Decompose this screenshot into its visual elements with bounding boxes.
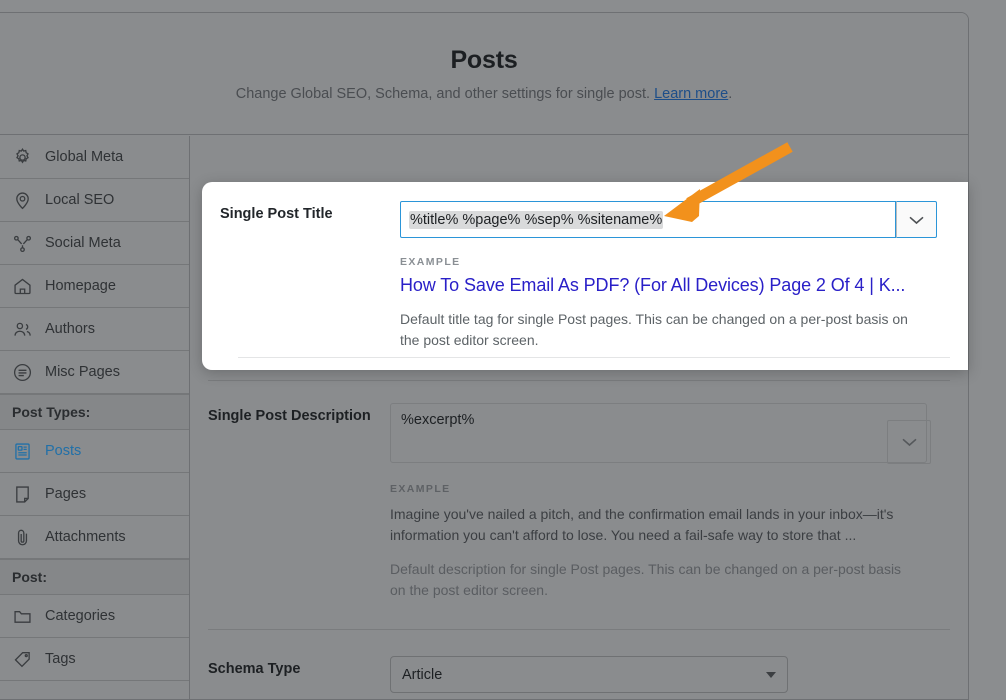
users-icon	[12, 319, 33, 340]
sidebar-item-attachments[interactable]: Attachments	[0, 516, 189, 559]
sidebar-item-authors[interactable]: Authors	[0, 308, 189, 351]
setting-help-text: Default description for single Post page…	[390, 561, 902, 598]
page-subtitle-period: .	[728, 85, 733, 102]
example-title-preview: How To Save Email As PDF? (For All Devic…	[400, 275, 906, 295]
chevron-down-icon	[901, 438, 917, 447]
sidebar-item-pages[interactable]: Pages	[0, 473, 189, 516]
sidebar-item-posts[interactable]: Posts	[0, 430, 189, 473]
schema-type-value: Article	[402, 666, 443, 683]
learn-more-link[interactable]: Learn more	[654, 86, 728, 102]
sidebar-item-label: Attachments	[45, 529, 126, 545]
single-post-description-value: %excerpt%	[401, 412, 475, 428]
single-post-title-variables-button-focused[interactable]	[896, 201, 937, 238]
document-text-icon	[12, 441, 33, 462]
single-post-description-textarea[interactable]: %excerpt%	[390, 403, 927, 463]
example-label: EXAMPLE	[400, 256, 461, 268]
single-post-description-variables-button[interactable]	[887, 420, 931, 464]
sidebar-item-label: Categories	[45, 608, 116, 624]
sidebar-item-social-meta[interactable]: Social Meta	[0, 222, 189, 265]
screen-root: Posts Change Global SEO, Schema, and oth…	[0, 0, 1006, 700]
sidebar-item-label: Misc Pages	[45, 364, 120, 380]
list-circle-icon	[12, 362, 33, 383]
sidebar-item-label: Homepage	[45, 278, 116, 294]
gear-icon	[12, 147, 33, 168]
single-post-title-input-focused[interactable]: %title% %page% %sep% %sitename%	[400, 201, 896, 238]
page-title: Posts	[450, 45, 518, 74]
chevron-down-icon	[766, 671, 776, 678]
chevron-down-icon	[909, 216, 924, 224]
setting-label: Single Post Title	[220, 206, 333, 222]
page-subtitle: Change Global SEO, Schema, and other set…	[236, 86, 733, 102]
single-post-title-value: %title% %page% %sep% %sitename%	[409, 210, 664, 229]
paperclip-icon	[12, 527, 33, 548]
share-nodes-icon	[12, 233, 33, 254]
sidebar-item-label: Pages	[45, 486, 87, 502]
setting-label: Single Post Description	[208, 408, 371, 424]
single-post-description-wrap: %excerpt%	[390, 403, 931, 464]
sidebar-item-tags[interactable]: Tags	[0, 638, 189, 681]
sidebar-item-categories[interactable]: Categories	[0, 595, 189, 638]
sidebar-item-label: Local SEO	[45, 192, 115, 208]
sidebar-item-global-meta[interactable]: Global Meta	[0, 136, 189, 179]
setting-help-text: Default title tag for single Post pages.…	[400, 311, 908, 348]
sidebar-item-misc-pages[interactable]: Misc Pages	[0, 351, 189, 394]
page-header: Posts Change Global SEO, Schema, and oth…	[0, 13, 968, 135]
sidebar-group-post-types: Post Types:	[0, 394, 189, 430]
page-icon	[12, 484, 33, 505]
setting-single-post-description: Single Post Description %excerpt% EXAMPL…	[190, 381, 968, 601]
page-subtitle-text: Change Global SEO, Schema, and other set…	[235, 85, 655, 102]
setting-schema-type: Schema Type Article Default rich snippet…	[190, 630, 968, 699]
setting-label: Schema Type	[208, 661, 301, 677]
home-icon	[12, 276, 33, 297]
sidebar-item-label: Global Meta	[45, 149, 124, 165]
map-pin-icon	[12, 190, 33, 211]
folder-icon	[12, 606, 33, 627]
schema-type-select[interactable]: Article	[390, 656, 788, 693]
divider	[238, 357, 950, 358]
sidebar-item-label: Authors	[45, 321, 95, 337]
sidebar-item-homepage[interactable]: Homepage	[0, 265, 189, 308]
sidebar-group-post: Post:	[0, 559, 189, 595]
sidebar: Global Meta Local SEO Social Meta Homepa…	[0, 136, 190, 699]
single-post-title-input-wrap-focused: %title% %page% %sep% %sitename%	[400, 201, 937, 238]
sidebar-item-local-seo[interactable]: Local SEO	[0, 179, 189, 222]
example-description-preview: Imagine you've nailed a pitch, and the c…	[390, 506, 894, 543]
sidebar-item-label: Social Meta	[45, 235, 121, 251]
example-label: EXAMPLE	[390, 483, 451, 495]
highlighted-single-post-title-card: Single Post Title %title% %page% %sep% %…	[202, 182, 968, 370]
sidebar-item-label: Posts	[45, 443, 82, 459]
sidebar-item-label: Tags	[45, 651, 76, 667]
tag-icon	[12, 649, 33, 670]
